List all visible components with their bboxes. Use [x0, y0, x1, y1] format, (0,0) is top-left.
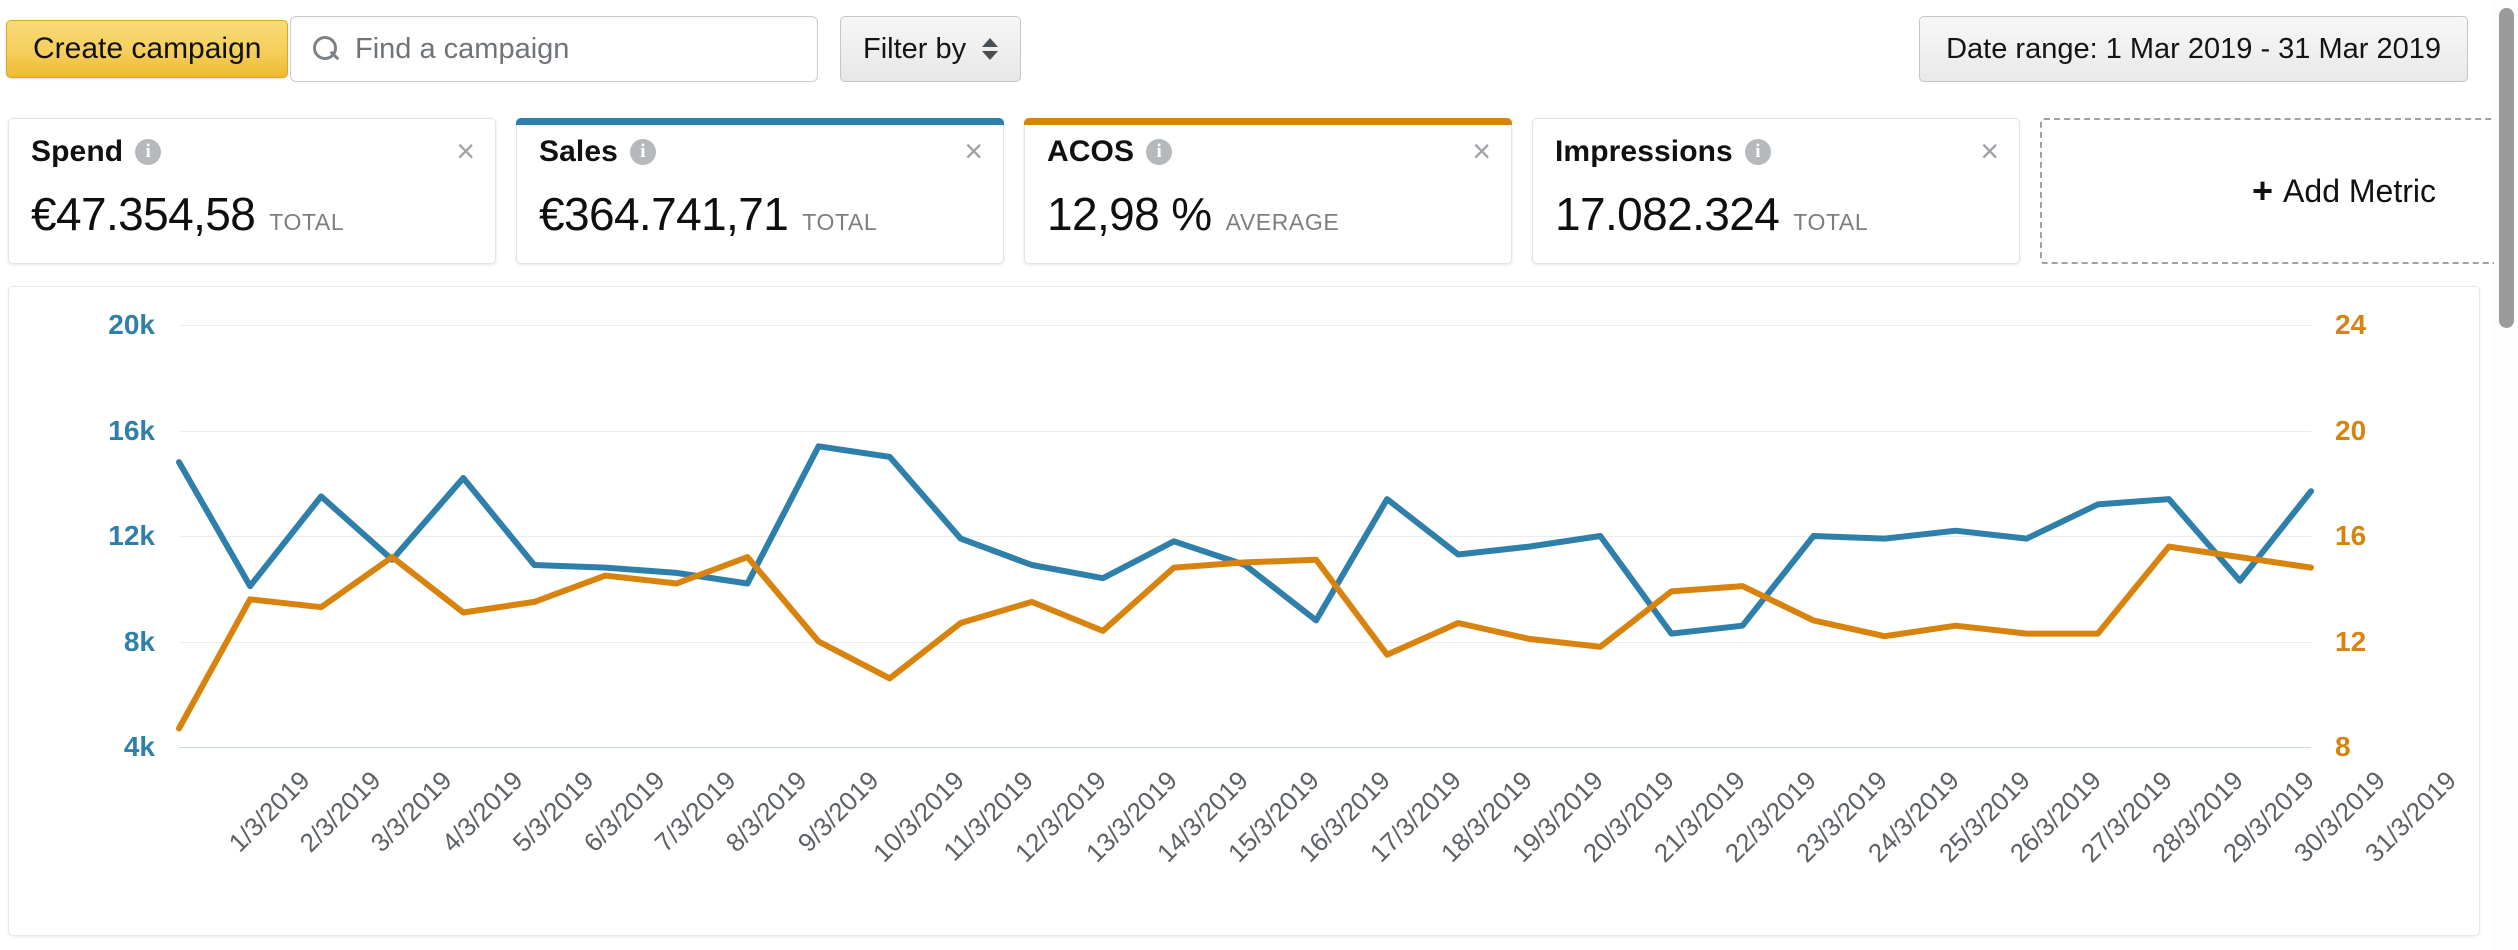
- campaign-analytics-screen: Create campaign Filter by Date range: 1 …: [0, 0, 2518, 950]
- add-metric-button[interactable]: + Add Metric: [2040, 118, 2518, 264]
- metric-card-title: ACOS: [1047, 135, 1135, 168]
- top-toolbar: Create campaign Filter by Date range: 1 …: [0, 0, 2518, 110]
- metric-card-header: Sales i: [539, 135, 981, 169]
- metric-card-value-row: €47.354,58 TOTAL: [31, 187, 473, 241]
- filter-by-button[interactable]: Filter by: [840, 16, 1022, 82]
- metric-card-title: Sales: [539, 135, 618, 168]
- close-icon[interactable]: ×: [1472, 135, 1491, 167]
- info-icon[interactable]: i: [135, 139, 162, 165]
- metric-card-header: Impressions i: [1555, 135, 1997, 169]
- page-scrollbar-track[interactable]: [2494, 0, 2518, 950]
- close-icon[interactable]: ×: [964, 135, 983, 167]
- search-input[interactable]: [355, 32, 785, 66]
- search-icon: [311, 35, 339, 63]
- metric-card-value-row: €364.741,71 TOTAL: [539, 187, 981, 241]
- metric-card[interactable]: ACOS i × 12,98 % AVERAGE: [1024, 118, 1512, 264]
- metric-card-value: 12,98 %: [1047, 188, 1212, 240]
- sort-updown-icon: [982, 38, 999, 60]
- metric-card[interactable]: Spend i × €47.354,58 TOTAL: [8, 118, 496, 264]
- close-icon[interactable]: ×: [1980, 135, 1999, 167]
- metric-card-value-row: 17.082.324 TOTAL: [1555, 187, 1997, 241]
- add-metric-label: Add Metric: [2283, 172, 2436, 209]
- metric-card-value-row: 12,98 % AVERAGE: [1047, 187, 1489, 241]
- info-icon[interactable]: i: [1146, 139, 1173, 165]
- campaign-search-box[interactable]: [290, 16, 818, 82]
- metric-card-unit: AVERAGE: [1225, 209, 1340, 235]
- metric-card[interactable]: Sales i × €364.741,71 TOTAL: [516, 118, 1004, 264]
- metric-card[interactable]: Impressions i × 17.082.324 TOTAL: [1532, 118, 2020, 264]
- metric-card-unit: TOTAL: [802, 209, 878, 235]
- metric-card-header: ACOS i: [1047, 135, 1489, 169]
- create-campaign-label: Create campaign: [33, 32, 262, 65]
- metric-card-header: Spend i: [31, 135, 473, 169]
- metric-card-value: €364.741,71: [539, 188, 789, 240]
- metric-card-row: Spend i × €47.354,58 TOTAL Sales i × €36…: [0, 118, 2518, 266]
- date-range-button[interactable]: Date range: 1 Mar 2019 - 31 Mar 2019: [1919, 16, 2468, 82]
- close-icon[interactable]: ×: [456, 135, 475, 167]
- date-range-label: Date range: 1 Mar 2019 - 31 Mar 2019: [1946, 32, 2441, 65]
- info-icon[interactable]: i: [1744, 139, 1771, 165]
- metric-card-unit: TOTAL: [269, 209, 345, 235]
- info-icon[interactable]: i: [629, 139, 656, 165]
- metric-card-unit: TOTAL: [1793, 209, 1869, 235]
- metric-card-title: Impressions: [1555, 135, 1733, 168]
- metric-card-accent-bar: [516, 118, 1004, 125]
- metric-card-value: 17.082.324: [1555, 188, 1780, 240]
- create-campaign-button[interactable]: Create campaign: [6, 20, 289, 78]
- plus-icon: +: [2252, 170, 2274, 211]
- chart-x-axis-labels: 1/3/2019 2/3/2019 3/3/2019 4/3/2019 5/3/2019…: [9, 287, 2479, 935]
- metric-card-value: €47.354,58: [31, 188, 256, 240]
- performance-chart-panel: 4k 8 8k 12 12k 16 16k 20 20k 24 1/3/2019 2/3/2019 3…: [8, 286, 2480, 936]
- page-scrollbar-thumb[interactable]: [2499, 8, 2514, 328]
- metric-card-title: Spend: [31, 135, 124, 168]
- filter-by-label: Filter by: [863, 32, 967, 65]
- metric-card-accent-bar: [1024, 118, 1512, 125]
